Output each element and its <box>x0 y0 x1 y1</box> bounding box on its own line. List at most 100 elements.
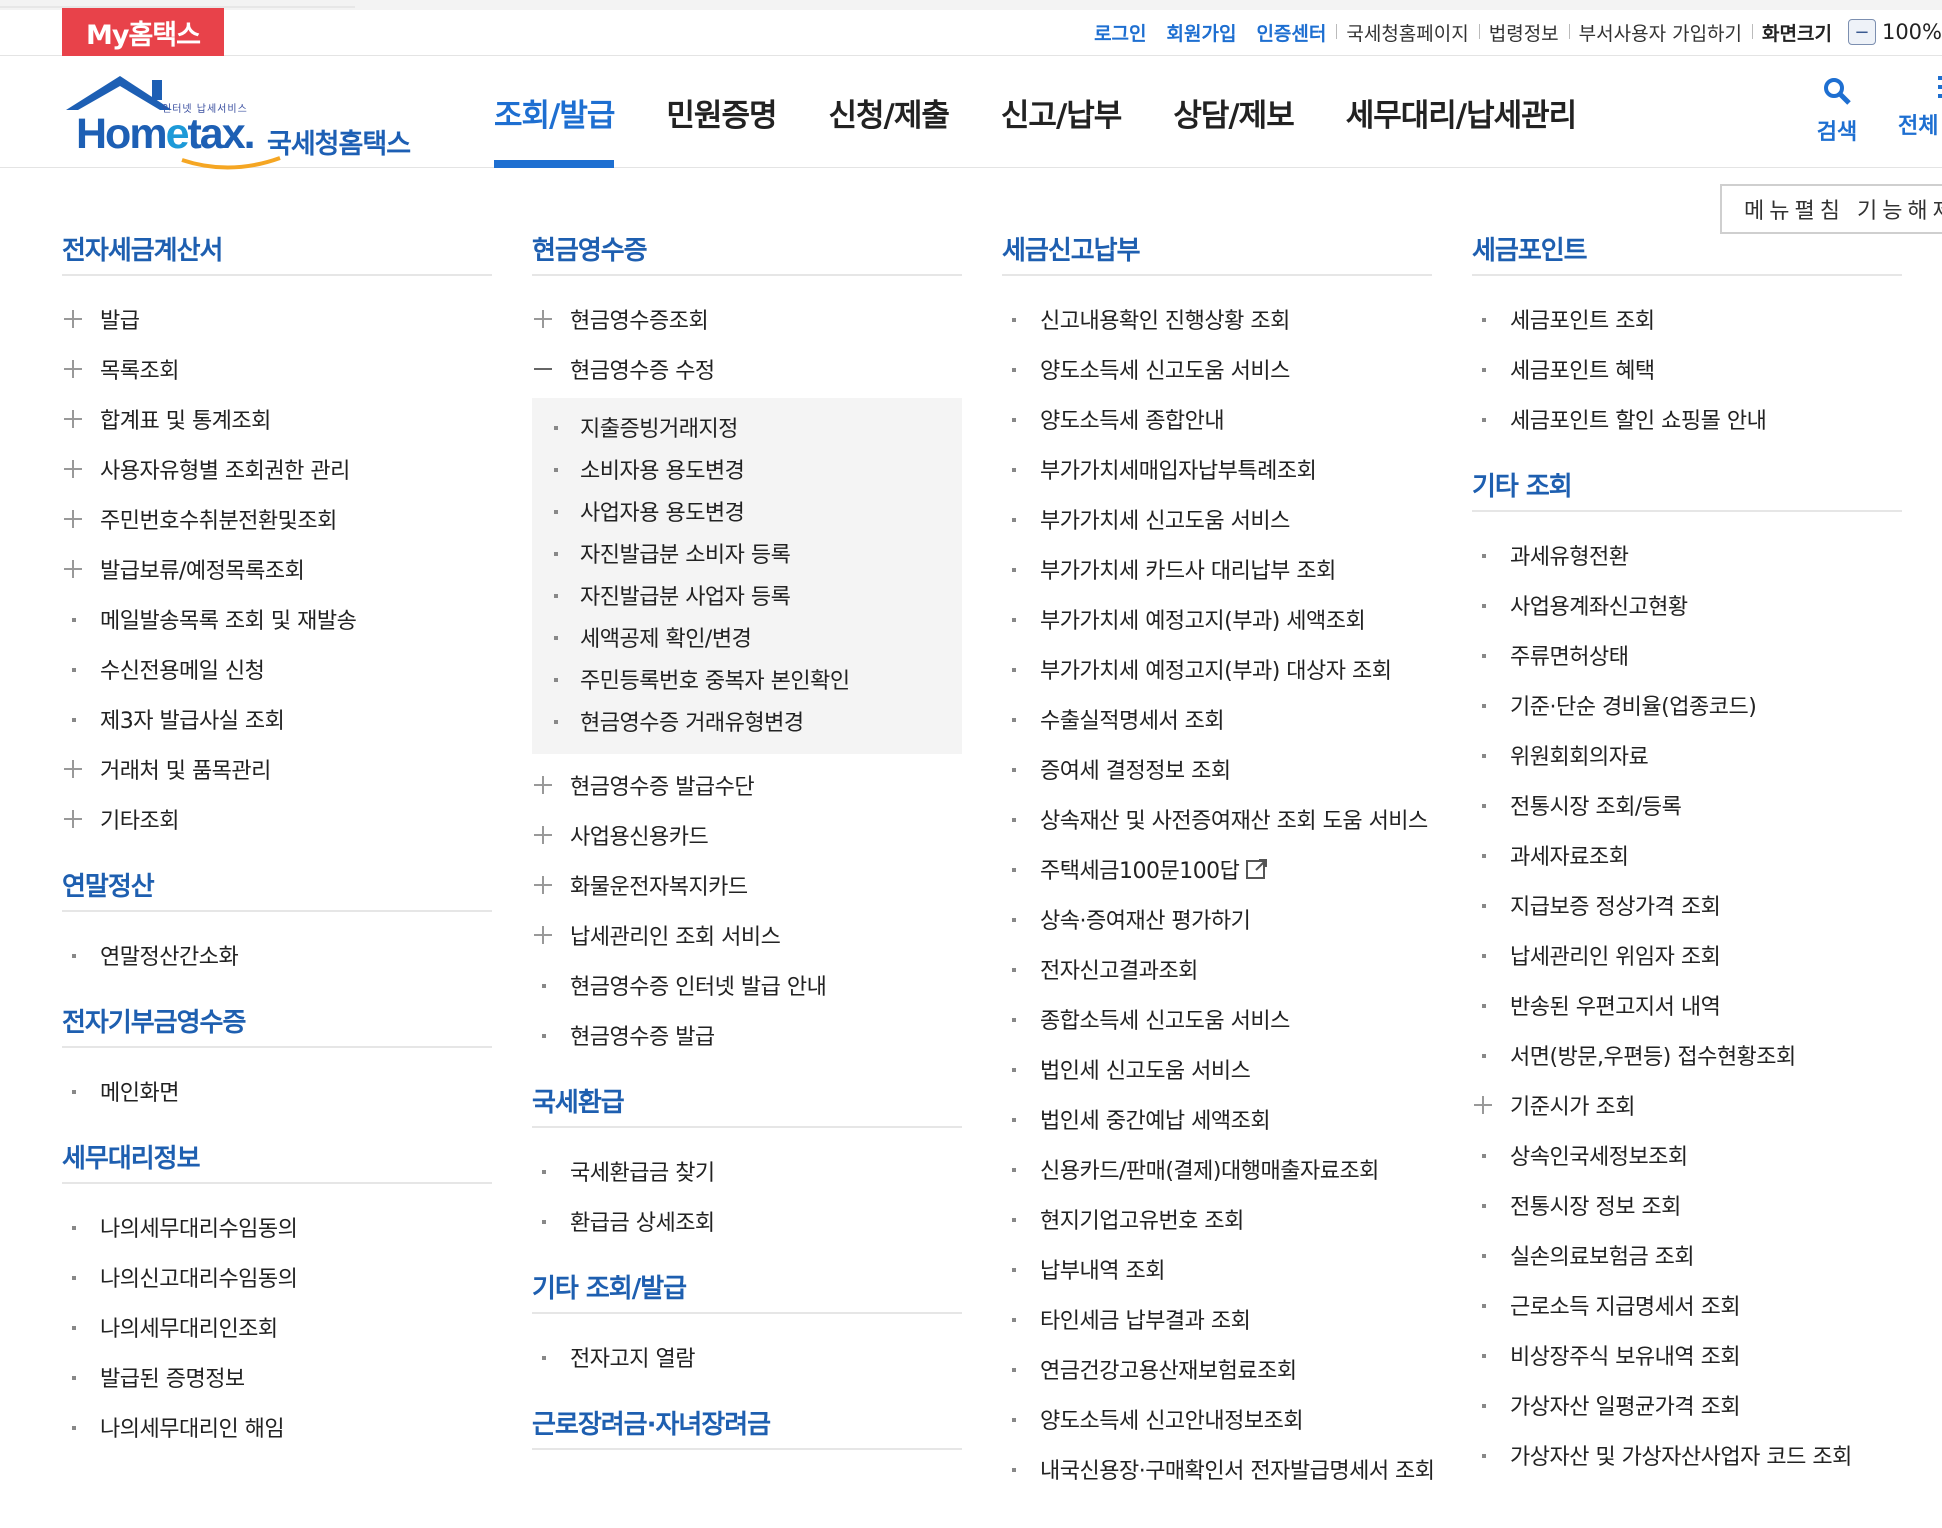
expand-plus-icon[interactable] <box>532 308 570 330</box>
menu-item[interactable]: 메인화면 <box>62 1066 492 1116</box>
menu-item[interactable]: 수신전용메일 신청 <box>62 644 492 694</box>
menu-item[interactable]: 상속재산 및 사전증여재산 조회 도움 서비스 <box>1002 794 1432 844</box>
menu-item[interactable]: 세금포인트 혜택 <box>1472 344 1902 394</box>
submenu-item[interactable]: 사업자용 용도변경 <box>532 490 962 532</box>
submenu-item[interactable]: 지출증빙거래지정 <box>532 406 962 448</box>
expand-plus-icon[interactable] <box>532 924 570 946</box>
menu-item[interactable]: 타인세금 납부결과 조회 <box>1002 1294 1432 1344</box>
section-title[interactable]: 현금영수증 <box>532 230 962 274</box>
section-title[interactable]: 국세환급 <box>532 1082 962 1126</box>
menu-item[interactable]: 양도소득세 신고도움 서비스 <box>1002 344 1432 394</box>
menu-item[interactable]: 기준시가 조회 <box>1472 1080 1902 1130</box>
menu-item[interactable]: 전통시장 조회/등록 <box>1472 780 1902 830</box>
nav-item-5[interactable]: 상담/제보 <box>1173 56 1294 168</box>
menu-item[interactable]: 기타조회 <box>62 794 492 844</box>
menu-item[interactable]: 서면(방문,우편등) 접수현황조회 <box>1472 1030 1902 1080</box>
menu-item[interactable]: 사용자유형별 조회권한 관리 <box>62 444 492 494</box>
menu-item[interactable]: 반송된 우편고지서 내역 <box>1472 980 1902 1030</box>
expand-plus-icon[interactable] <box>62 508 100 530</box>
menu-item[interactable]: 근로소득 지급명세서 조회 <box>1472 1280 1902 1330</box>
nav-item-3[interactable]: 신청/제출 <box>829 56 950 168</box>
menu-item[interactable]: 과세자료조회 <box>1472 830 1902 880</box>
menu-item[interactable]: 법인세 중간예납 세액조회 <box>1002 1094 1432 1144</box>
utility-link[interactable]: 회원가입 <box>1157 19 1247 46</box>
menu-item[interactable]: 수출실적명세서 조회 <box>1002 694 1432 744</box>
menu-item[interactable]: 현지기업고유번호 조회 <box>1002 1194 1432 1244</box>
menu-item[interactable]: 상속인국세정보조회 <box>1472 1130 1902 1180</box>
nav-item-6[interactable]: 세무대리/납세관리 <box>1346 56 1577 168</box>
nav-item-1[interactable]: 조회/발급 <box>494 56 615 168</box>
submenu-item[interactable]: 주민등록번호 중복자 본인확인 <box>532 658 962 700</box>
menu-item[interactable]: 현금영수증 인터넷 발급 안내 <box>532 960 962 1010</box>
expand-plus-icon[interactable] <box>532 874 570 896</box>
submenu-item[interactable]: 소비자용 용도변경 <box>532 448 962 490</box>
section-title[interactable]: 세무대리정보 <box>62 1138 492 1182</box>
all-menu-button[interactable]: 전체 <box>1898 76 1942 140</box>
menu-item[interactable]: 현금영수증 발급 <box>532 1010 962 1060</box>
menu-item[interactable]: 상속·증여재산 평가하기 <box>1002 894 1432 944</box>
hometax-logo[interactable]: 인터넷 납세서비스 Hometax. 국세청홈택스 <box>60 70 430 170</box>
menu-item[interactable]: 납세관리인 위임자 조회 <box>1472 930 1902 980</box>
menu-item[interactable]: 나의세무대리인조회 <box>62 1302 492 1352</box>
section-title[interactable]: 세금신고납부 <box>1002 230 1432 274</box>
section-title[interactable]: 기타 조회 <box>1472 466 1902 510</box>
menu-item[interactable]: 가상자산 및 가상자산사업자 코드 조회 <box>1472 1430 1902 1480</box>
menu-item[interactable]: 과세유형전환 <box>1472 530 1902 580</box>
expand-plus-icon[interactable] <box>532 824 570 846</box>
expand-plus-icon[interactable] <box>62 358 100 380</box>
menu-item[interactable]: 사업용신용카드 <box>532 810 962 860</box>
section-title[interactable]: 세금포인트 <box>1472 230 1902 274</box>
submenu-item[interactable]: 세액공제 확인/변경 <box>532 616 962 658</box>
menu-item[interactable]: 주민번호수취분전환및조회 <box>62 494 492 544</box>
my-hometax-button[interactable]: My홈택스 <box>62 8 224 56</box>
menu-item[interactable]: 주류면허상태 <box>1472 630 1902 680</box>
menu-item[interactable]: 합계표 및 통계조회 <box>62 394 492 444</box>
menu-item[interactable]: 목록조회 <box>62 344 492 394</box>
menu-item[interactable]: 나의세무대리수임동의 <box>62 1202 492 1252</box>
menu-item[interactable]: 부가가치세 예정고지(부과) 대상자 조회 <box>1002 644 1432 694</box>
menu-item[interactable]: 발급 <box>62 294 492 344</box>
menu-item[interactable]: 전자신고결과조회 <box>1002 944 1432 994</box>
menu-item[interactable]: 나의세무대리인 해임 <box>62 1402 492 1452</box>
submenu-item[interactable]: 현금영수증 거래유형변경 <box>532 700 962 742</box>
menu-item[interactable]: 발급된 증명정보 <box>62 1352 492 1402</box>
menu-item[interactable]: 종합소득세 신고도움 서비스 <box>1002 994 1432 1044</box>
section-title[interactable]: 근로장려금·자녀장려금 <box>532 1404 962 1448</box>
menu-item[interactable]: 부가가치세매입자납부특례조회 <box>1002 444 1432 494</box>
submenu-item[interactable]: 자진발급분 사업자 등록 <box>532 574 962 616</box>
menu-item[interactable]: 메일발송목록 조회 및 재발송 <box>62 594 492 644</box>
menu-item[interactable]: 국세환급금 찾기 <box>532 1146 962 1196</box>
utility-link[interactable]: 법령정보 <box>1478 19 1569 46</box>
menu-item[interactable]: 전통시장 정보 조회 <box>1472 1180 1902 1230</box>
menu-item[interactable]: 부가가치세 예정고지(부과) 세액조회 <box>1002 594 1432 644</box>
expand-plus-icon[interactable] <box>62 758 100 780</box>
utility-link[interactable]: 로그인 <box>1084 19 1156 46</box>
menu-item[interactable]: 발급보류/예정목록조회 <box>62 544 492 594</box>
menu-item[interactable]: 제3자 발급사실 조회 <box>62 694 492 744</box>
utility-link[interactable]: 화면크기 <box>1752 19 1842 46</box>
expand-plus-icon[interactable] <box>62 308 100 330</box>
expand-plus-icon[interactable] <box>1472 1094 1510 1116</box>
menu-item[interactable]: 위원회회의자료 <box>1472 730 1902 780</box>
expand-plus-icon[interactable] <box>532 774 570 796</box>
menu-item[interactable]: 주택세금100문100답 <box>1002 844 1432 894</box>
menu-item[interactable]: 기준·단순 경비율(업종코드) <box>1472 680 1902 730</box>
menu-item[interactable]: 사업용계좌신고현황 <box>1472 580 1902 630</box>
menu-item[interactable]: 거래처 및 품목관리 <box>62 744 492 794</box>
search-button[interactable]: 검색 <box>1812 76 1862 146</box>
menu-item[interactable]: 납부내역 조회 <box>1002 1244 1432 1294</box>
menu-item[interactable]: 현금영수증 수정 <box>532 344 962 394</box>
collapse-minus-icon[interactable] <box>532 358 570 380</box>
expand-plus-icon[interactable] <box>62 458 100 480</box>
utility-link[interactable]: 인증센터 <box>1246 19 1336 46</box>
menu-expand-toggle-button[interactable]: 메뉴펼침 기능해제 <box>1720 184 1942 234</box>
menu-item[interactable]: 법인세 신고도움 서비스 <box>1002 1044 1432 1094</box>
utility-link[interactable]: 부서사용자 가입하기 <box>1568 19 1752 46</box>
nav-item-2[interactable]: 민원증명 <box>666 56 777 168</box>
menu-item[interactable]: 양도소득세 신고안내정보조회 <box>1002 1394 1432 1444</box>
menu-item[interactable]: 비상장주식 보유내역 조회 <box>1472 1330 1902 1380</box>
menu-item[interactable]: 실손의료보험금 조회 <box>1472 1230 1902 1280</box>
menu-item[interactable]: 지급보증 정상가격 조회 <box>1472 880 1902 930</box>
menu-item[interactable]: 양도소득세 종합안내 <box>1002 394 1432 444</box>
menu-item[interactable]: 현금영수증조회 <box>532 294 962 344</box>
